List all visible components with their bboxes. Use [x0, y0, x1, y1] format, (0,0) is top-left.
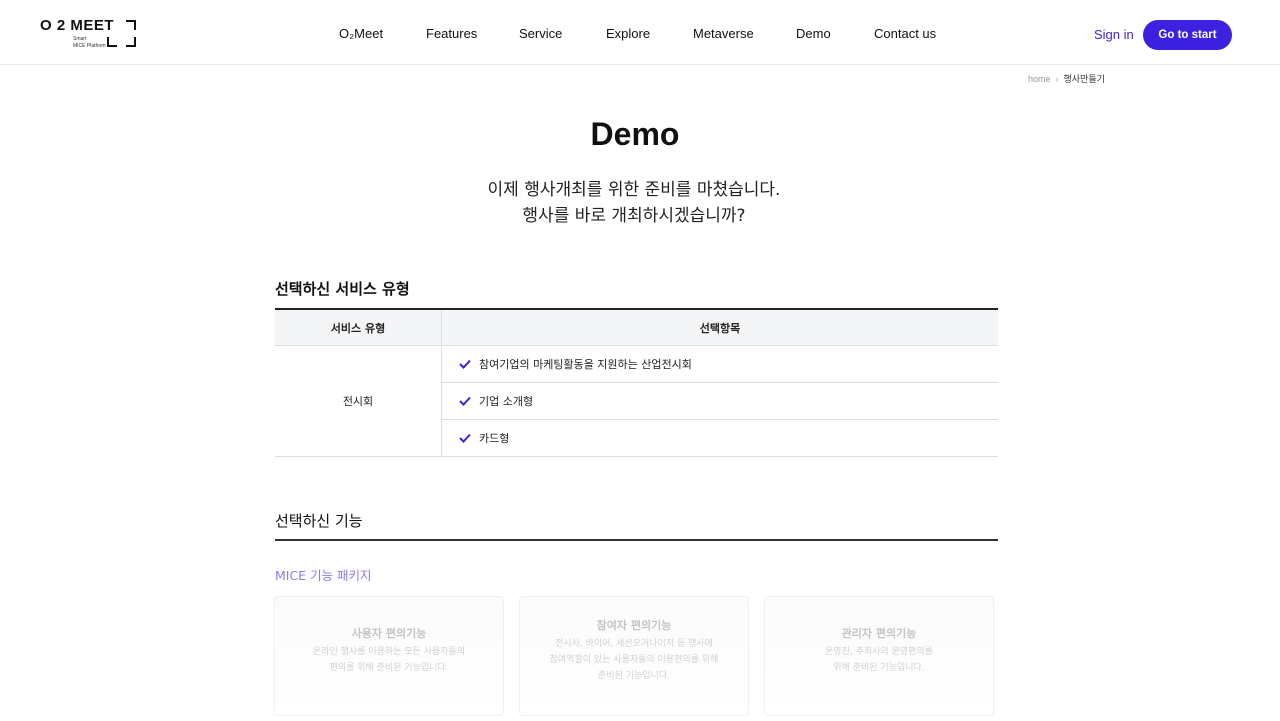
service-category-cell: 전시회: [275, 346, 442, 456]
go-to-start-button[interactable]: Go to start: [1143, 20, 1232, 50]
logo-bracket-icon: [126, 37, 136, 47]
feature-card-desc: 편의를 위해 준비된 기능입니다.: [329, 663, 449, 673]
selected-item-row: 기업 소개형: [442, 383, 998, 420]
column-header-selected-items: 선택항목: [699, 321, 741, 335]
page-title: Demo: [590, 116, 680, 152]
selected-item-row: 참여기업의 마케팅활동을 지원하는 산업전시회: [442, 346, 998, 383]
feature-card-desc: 위해 준비된 기능입니다.: [833, 663, 925, 673]
chevron-right-icon: ›: [1055, 74, 1059, 84]
page-subtitle-line-1: 이제 행사개최를 위한 준비를 마쳤습니다.: [487, 180, 781, 200]
nav-item-contact[interactable]: Contact us: [874, 26, 936, 41]
logo-bracket-icon: [107, 37, 117, 47]
breadcrumb-home[interactable]: home: [1028, 74, 1051, 84]
feature-card-admin[interactable]: 관리자 편의기능 운영진, 주최사의 운영편의를 위해 준비된 기능입니다.: [764, 596, 994, 716]
logo-bracket-icon: [126, 20, 136, 30]
feature-card-desc: 전시사, 바이어, 세션오거나이저 등 행사에: [555, 639, 713, 649]
feature-card-desc: 준비된 기능입니다.: [598, 671, 670, 681]
site-header: O 2 MEET Smart MICE Platform O₂Meet Feat…: [0, 0, 1280, 65]
sign-in-link[interactable]: Sign in: [1094, 27, 1134, 42]
checkmark-icon: [459, 359, 471, 369]
selected-item-label: 카드형: [479, 432, 510, 445]
checkmark-icon: [459, 433, 471, 443]
table-body: 전시회 참여기업의 마케팅활동을 지원하는 산업전시회 기업 소개형 카드형: [275, 346, 998, 457]
selected-item-label: 기업 소개형: [479, 395, 534, 408]
checkmark-icon: [459, 396, 471, 406]
nav-item-explore[interactable]: Explore: [606, 26, 650, 41]
section-divider: [275, 539, 998, 541]
service-section-heading: 선택하신 서비스 유형: [275, 280, 410, 298]
column-header-service-type: 서비스 유형: [275, 310, 442, 345]
table-header: 서비스 유형 선택항목: [275, 310, 998, 346]
feature-section-heading: 선택하신 기능: [275, 512, 363, 530]
logo-subtext-2: MICE Platform: [73, 43, 106, 49]
nav-item-metaverse[interactable]: Metaverse: [693, 26, 754, 41]
feature-card-title: 사용자 편의기능: [351, 627, 427, 640]
logo-wordmark: O 2 MEET: [40, 17, 115, 34]
nav-item-service[interactable]: Service: [519, 26, 562, 41]
page-subtitle-line-2: 행사를 바로 개최하시겠습니까?: [522, 206, 746, 226]
service-table: 서비스 유형 선택항목 전시회 참여기업의 마케팅활동을 지원하는 산업전시회 …: [275, 308, 998, 457]
feature-card-title: 관리자 편의기능: [841, 627, 917, 640]
o2meet-logo[interactable]: O 2 MEET Smart MICE Platform: [40, 17, 136, 51]
selected-item-label: 참여기업의 마케팅활동을 지원하는 산업전시회: [479, 358, 692, 371]
nav-item-o2meet[interactable]: O₂Meet: [339, 26, 383, 41]
feature-card-desc: 참여역할이 있는 사용자들의 이용편의를 위해: [549, 655, 719, 665]
mice-package-label: MICE 기능 패키지: [275, 568, 372, 583]
feature-card-desc: 온라인 행사를 이용하는 모든 사용자들의: [312, 647, 466, 657]
breadcrumb-current: 행사만들기: [1063, 74, 1105, 84]
nav-item-features[interactable]: Features: [426, 26, 477, 41]
feature-card-title: 참여자 편의기능: [596, 619, 672, 632]
feature-card-user[interactable]: 사용자 편의기능 온라인 행사를 이용하는 모든 사용자들의 편의를 위해 준비…: [274, 596, 504, 716]
feature-card-participant[interactable]: 참여자 편의기능 전시사, 바이어, 세션오거나이저 등 행사에 참여역할이 있…: [519, 596, 749, 716]
logo-subtext-1: Smart: [73, 36, 87, 42]
feature-card-desc: 운영진, 주최사의 운영편의를: [825, 647, 933, 657]
nav-item-demo[interactable]: Demo: [796, 26, 831, 41]
selected-item-row: 카드형: [442, 420, 998, 456]
breadcrumb: home › 행사만들기: [1028, 72, 1105, 85]
